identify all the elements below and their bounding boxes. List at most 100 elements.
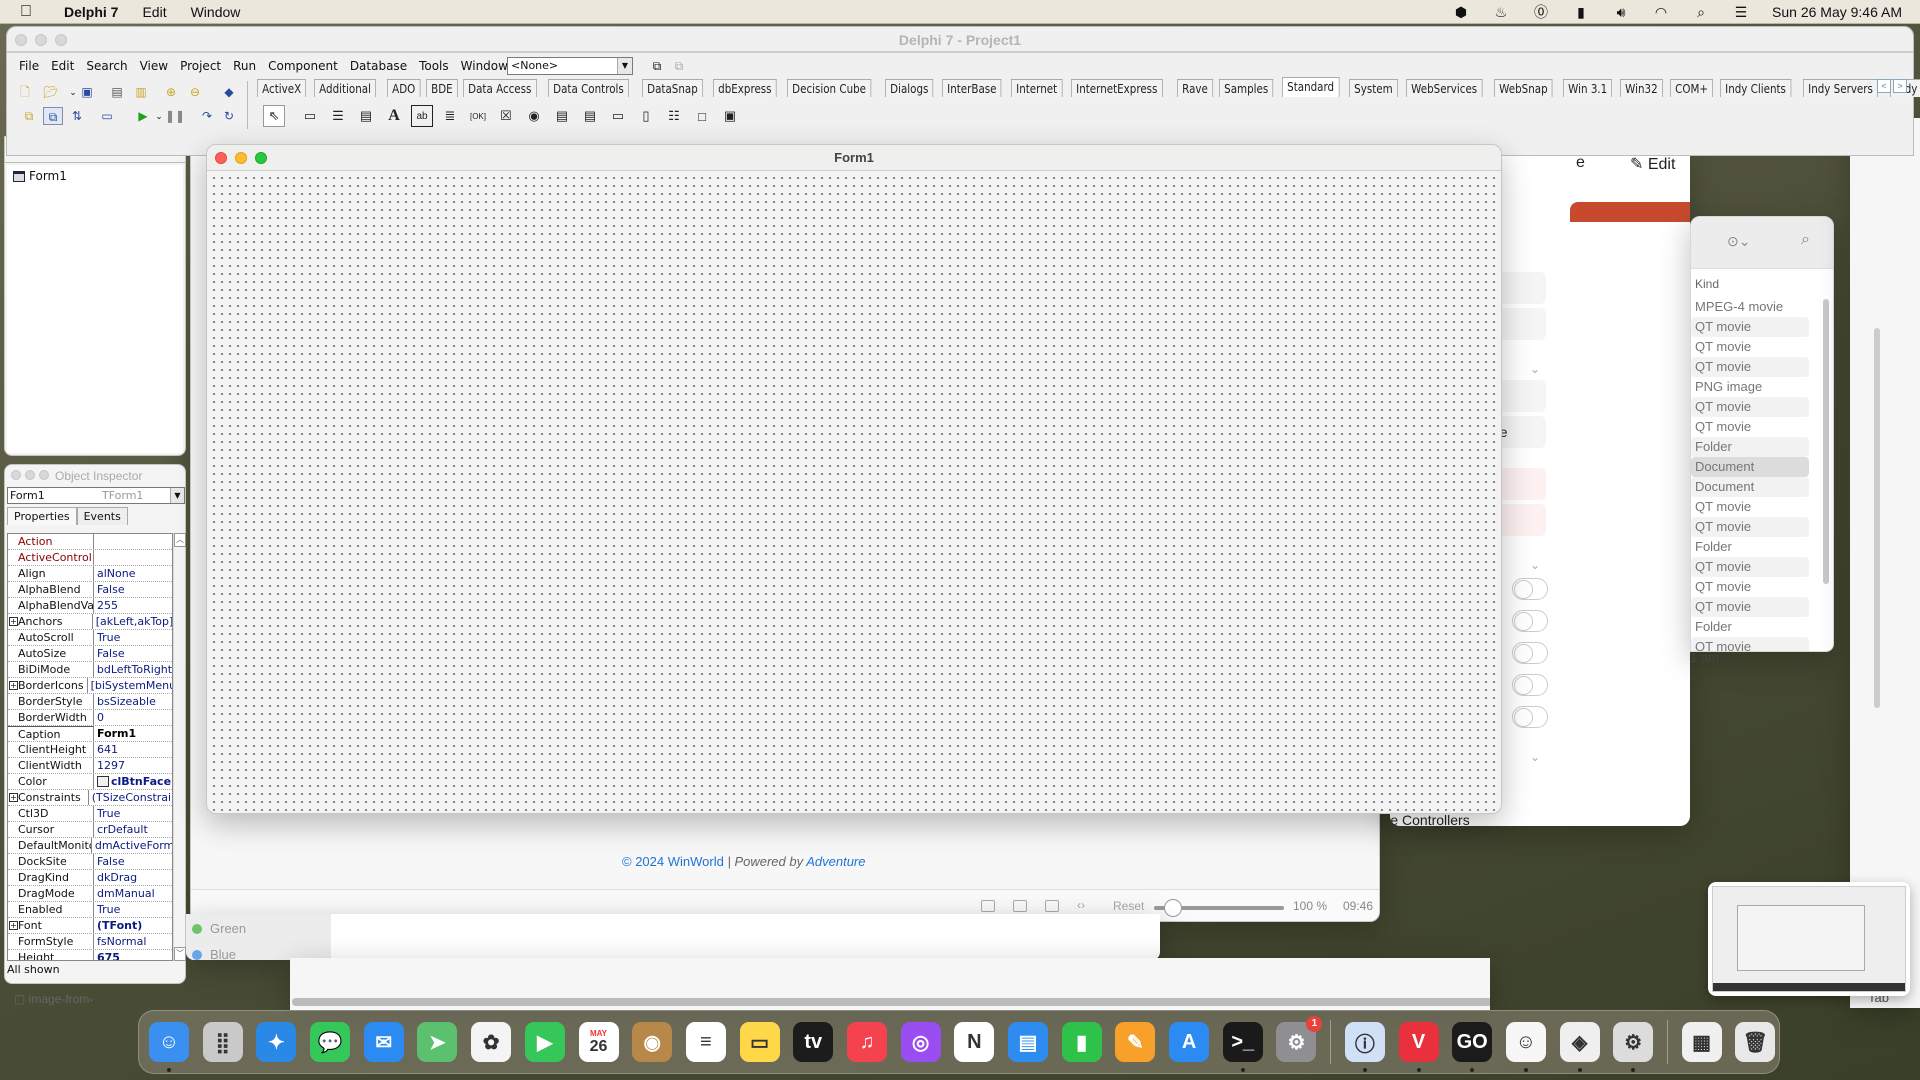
finder-row[interactable]: QT movie [1691,357,1809,377]
minimize-button[interactable] [25,470,35,480]
dock-app-store[interactable]: A [1169,1022,1210,1062]
toggle-3[interactable] [1512,642,1548,664]
palette-tab-decision-cube[interactable]: Decision Cube [787,79,872,97]
expand-icon[interactable]: + [9,617,18,626]
property-value[interactable]: 0 [94,710,104,725]
finder-row[interactable]: QT movie [1691,317,1809,337]
palette-tab-websnap[interactable]: WebSnap [1494,79,1554,97]
control-center-icon[interactable]: ☰ [1732,4,1750,21]
view-form-icon[interactable]: ⧉ [43,107,63,125]
menu-edit[interactable]: Edit [130,4,178,20]
tab-properties[interactable]: Properties [7,507,77,525]
dock-face-app[interactable]: ☺ [1505,1022,1546,1072]
property-row-activecontrol[interactable]: ActiveControl [8,550,172,566]
edit-button[interactable]: ✎ Edit [1630,154,1675,174]
tgroupbox-icon[interactable]: ▯ [635,105,657,127]
scroll-up-icon[interactable]: ︿ [174,533,186,547]
property-value[interactable]: Form1 [94,726,136,741]
dock-reminders[interactable]: ≡ [685,1022,726,1062]
step-over-icon[interactable]: ↻ [219,107,239,125]
property-row-autosize[interactable]: AutoSize False [8,646,172,662]
palette-tab-samples[interactable]: Samples [1219,79,1274,97]
property-row-alphablend[interactable]: AlphaBlend False [8,582,172,598]
zoom-slider[interactable] [1154,899,1284,917]
palette-tab-indy-servers[interactable]: Indy Servers [1802,79,1878,97]
finder-row[interactable]: QT movie [1691,497,1809,517]
palette-tab-rave[interactable]: Rave [1177,79,1214,97]
ide-menu-view[interactable]: View [134,59,174,73]
property-value[interactable]: True [94,902,120,917]
adventure-link[interactable]: Adventure [806,854,865,869]
finder-row[interactable]: Folder [1691,437,1809,457]
property-row-formstyle[interactable]: FormStyle fsNormal [8,934,172,950]
property-row-enabled[interactable]: Enabled True [8,902,172,918]
volume-icon[interactable]: 🔊︎ [1612,4,1630,21]
palette-tab-win-3-1[interactable]: Win 3.1 [1562,79,1613,97]
tscrollbar-icon[interactable]: ▭ [607,105,629,127]
dock-facetime[interactable]: ▶ [524,1022,565,1062]
dock-keynote[interactable]: ▤ [1008,1022,1048,1062]
property-value[interactable] [94,550,97,565]
palette-tab-win32[interactable]: Win32 [1620,79,1664,97]
add-to-project-icon[interactable]: ⊕ [161,83,181,101]
dock-messages[interactable]: 💬 [310,1022,351,1062]
trace-into-icon[interactable]: ↷ [197,107,217,125]
row-game-controllers[interactable]: Game Controllers [1390,812,1470,826]
property-value[interactable]: 675 [94,950,120,960]
palette-tab-additional[interactable]: Additional [314,79,377,97]
save-desktop-icon[interactable]: ⧉ [647,57,667,75]
tcombobox-icon[interactable]: ▤ [579,105,601,127]
dock-trash[interactable]: 🗑 [1735,1022,1776,1062]
property-row-borderwidth[interactable]: BorderWidth 0 [8,710,172,726]
dock-notes[interactable]: ▭ [739,1022,780,1062]
finder-row[interactable]: QT movie [1691,337,1809,357]
column-header-kind[interactable]: Kind [1695,277,1719,291]
run-button[interactable] [1570,202,1690,222]
property-row-anchors[interactable]: + Anchors [akLeft,akTop] [8,614,172,630]
property-row-font[interactable]: + Font (TFont) [8,918,172,934]
property-row-alphablendvalue[interactable]: AlphaBlendValue255 [8,598,172,614]
dock-safari[interactable]: ✦ [256,1022,297,1062]
property-value[interactable]: False [94,854,125,869]
tmainmenu-icon[interactable]: ☰ [327,105,349,127]
property-row-clientheight[interactable]: ClientHeight 641 [8,742,172,758]
property-value[interactable]: [biSystemMenu, [88,678,172,693]
object-selector[interactable]: Form1 TForm1 ▼ [7,487,185,504]
property-value[interactable]: False [94,646,125,661]
tradiogroup-icon[interactable]: ☷ [663,105,685,127]
toggle-5[interactable] [1512,706,1548,728]
ide-menu-edit[interactable]: Edit [45,59,80,73]
expand-icon[interactable]: + [9,681,18,690]
palette-tab-ado[interactable]: ADO [386,79,421,97]
property-row-constraints[interactable]: + Constraints (TSizeConstrain [8,790,172,806]
finder-row[interactable]: Document [1691,457,1809,477]
tpopupmenu-icon[interactable]: ▤ [355,105,377,127]
new-form-icon[interactable]: ▭ [97,107,117,125]
app-menu[interactable]: Delphi 7 [52,4,130,20]
tradiobutton-icon[interactable]: ◉ [523,105,545,127]
property-row-clientwidth[interactable]: ClientWidth 1297 [8,758,172,774]
pointer-tool-icon[interactable]: ⇖ [263,105,285,127]
camera-icon[interactable] [981,900,995,912]
dock-downloads-stack[interactable]: ▦ [1681,1022,1722,1062]
finder-row[interactable]: MPEG-4 movie [1691,297,1809,317]
dock-finder[interactable]: ☺ [149,1022,189,1072]
palette-tab-standard[interactable]: Standard [1282,77,1340,97]
property-value[interactable]: (TSizeConstrain [89,790,172,805]
property-value[interactable]: bdLeftToRight [94,662,172,677]
property-value[interactable]: bsSizeable [94,694,156,709]
tree-item-form1[interactable]: Form1 [13,169,67,183]
tedit-icon[interactable]: ab [411,105,433,127]
remove-from-project-icon[interactable]: ⊖ [185,83,205,101]
property-value[interactable]: False [94,582,125,597]
property-value[interactable]: fsNormal [94,934,146,949]
property-value[interactable]: alNone [94,566,136,581]
ide-menu-database[interactable]: Database [344,59,413,73]
search-icon[interactable]: ⌕ [1692,4,1710,21]
save-all-icon[interactable]: ▤ [107,83,127,101]
chevron-down-icon[interactable]: ▼ [170,488,184,503]
finder-row[interactable]: QT movie [1691,417,1809,437]
window-thumbnail[interactable] [1708,882,1910,996]
dock-apple-tv[interactable]: tv [793,1022,834,1062]
box-icon[interactable]: ⬢ [1452,4,1470,21]
